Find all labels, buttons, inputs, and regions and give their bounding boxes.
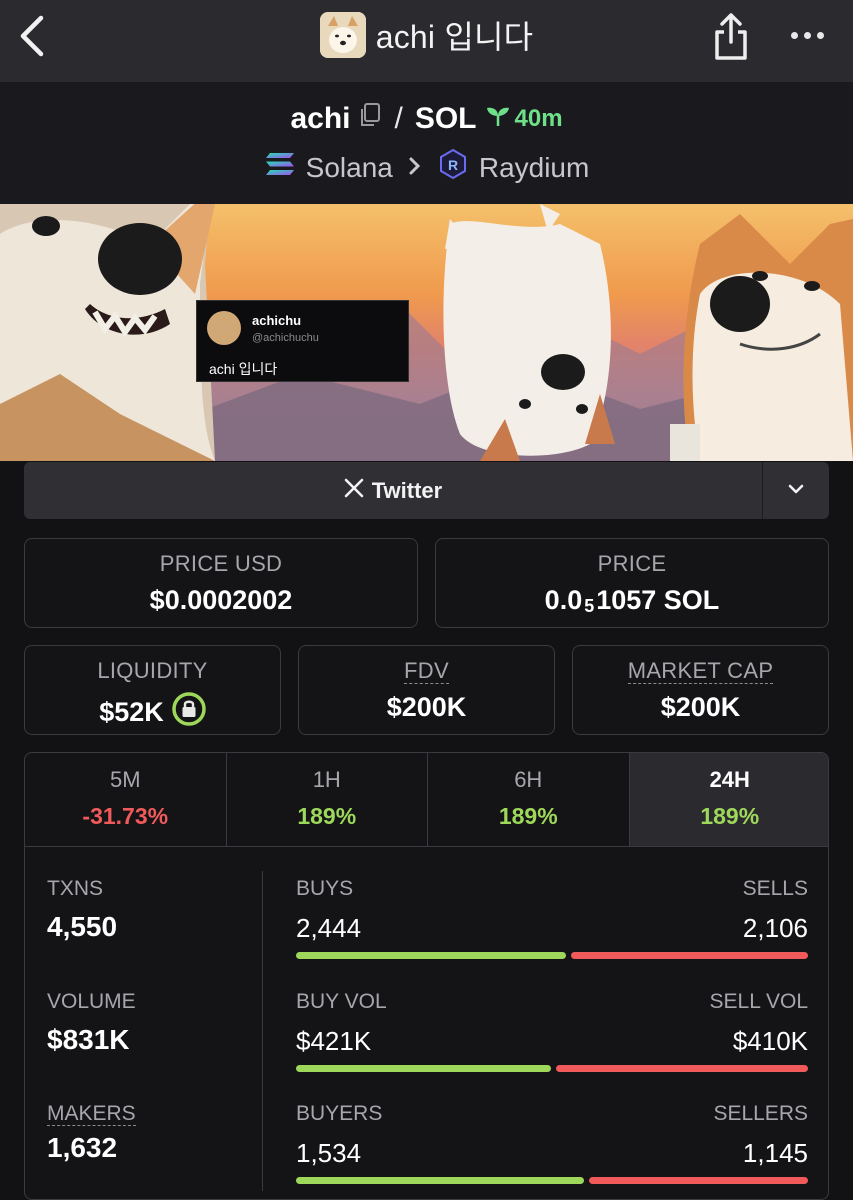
buy-vol-bar [296, 1065, 551, 1072]
price-usd-card: PRICE USD $0.0002002 [24, 538, 418, 628]
quote-symbol: SOL [414, 102, 477, 135]
tab-6h[interactable]: 6H 189% [428, 753, 630, 846]
fdv-card: FDV $200K [298, 645, 555, 735]
price-prefix: 0.0 [544, 585, 583, 615]
buys-label: BUYS [296, 877, 354, 900]
social-dropdown-button[interactable] [763, 462, 829, 519]
pair-line: achi / SOL 40m [0, 102, 853, 136]
sprout-icon [485, 104, 511, 135]
tab-label: 5M [109, 767, 141, 792]
txns-value: 4,550 [47, 911, 118, 942]
tab-label: 1H [312, 767, 341, 792]
pair-age: 40m [485, 104, 563, 135]
banner-image [0, 204, 853, 461]
tweet-avatar [207, 311, 241, 345]
chevron-down-icon [787, 482, 805, 500]
fdv-value: $200K [386, 692, 467, 722]
tab-5m[interactable]: 5M -31.73% [25, 753, 227, 846]
market-cap-value: $200K [660, 692, 741, 722]
token-avatar [319, 12, 366, 58]
liquidity-value: $52K [99, 697, 164, 727]
liquidity-value-group: $52K [25, 692, 280, 733]
page-title: achi 입니다 [375, 19, 534, 55]
makers-value: 1,632 [47, 1132, 118, 1163]
tab-change: -31.73% [82, 803, 169, 829]
market-cap-card: MARKET CAP $200K [572, 645, 829, 735]
makers-stat: MAKERS 1,632 [47, 1102, 257, 1164]
tweet-card: achichu @achichuchu achi 입니다 [196, 300, 409, 382]
top-bar: achi 입니다 [0, 0, 853, 82]
price-native-value: 0.0 5 1057 SOL [436, 585, 828, 616]
tab-1h[interactable]: 1H 189% [227, 753, 428, 846]
buys-value: 2,444 [296, 913, 362, 943]
liquidity-label: LIQUIDITY [97, 658, 208, 683]
tweet-text: achi 입니다 [209, 361, 278, 377]
sell-vol-value: $410K [732, 1026, 808, 1056]
price-zero-count: 5 [584, 596, 595, 616]
buyers-bar [296, 1177, 584, 1184]
raydium-icon: R [437, 148, 469, 187]
volume-value: $831K [47, 1024, 130, 1055]
twitter-button[interactable]: Twitter [24, 462, 762, 519]
volume-stat: VOLUME $831K [47, 990, 257, 1056]
chain-name[interactable]: Solana [306, 152, 393, 184]
copy-icon[interactable] [358, 102, 382, 136]
sellers-bar [589, 1177, 808, 1184]
sells-value: 2,106 [742, 913, 808, 943]
makers-label[interactable]: MAKERS [47, 1102, 136, 1126]
timeframe-tabs: 5M -31.73% 1H 189% 6H 189% 24H 189% [25, 753, 828, 847]
sells-label: SELLS [742, 877, 808, 900]
buy-vol-label: BUY VOL [296, 990, 387, 1013]
tab-label: 24H [709, 767, 750, 792]
token-banner [0, 204, 853, 461]
chevron-right-icon [409, 155, 421, 181]
base-symbol: achi [290, 102, 351, 135]
lock-icon[interactable] [172, 692, 206, 733]
txns-label: TXNS [47, 877, 104, 900]
chain-line: Solana R Raydium [0, 148, 853, 187]
more-options-icon[interactable] [785, 20, 829, 50]
buy-vol-value: $421K [296, 1026, 372, 1056]
buyers-value: 1,534 [296, 1138, 362, 1168]
volume-label: VOLUME [47, 990, 136, 1013]
fdv-label[interactable]: FDV [404, 658, 449, 684]
tab-label: 6H [514, 767, 543, 792]
tab-24h[interactable]: 24H 189% [629, 753, 828, 846]
tab-change: 189% [297, 803, 357, 829]
column-divider [262, 871, 263, 1191]
pair-separator: / [394, 102, 403, 135]
social-bar: Twitter [24, 462, 829, 519]
liquidity-card: LIQUIDITY $52K [24, 645, 281, 735]
age-text: 40m [514, 105, 563, 132]
share-icon[interactable] [710, 12, 752, 62]
sellers-value: 1,145 [742, 1138, 808, 1168]
dex-name[interactable]: Raydium [479, 152, 589, 184]
tab-change: 189% [498, 803, 558, 829]
tweet-name: achichu [252, 313, 302, 328]
sell-vol-label: SELL VOL [709, 990, 808, 1013]
solana-icon [264, 151, 296, 184]
price-native-card: PRICE 0.0 5 1057 SOL [435, 538, 829, 628]
twitter-label: Twitter [371, 477, 443, 503]
tweet-handle: @achichuchu [252, 332, 319, 344]
pair-header: achi / SOL 40m Solana R Raydium [0, 82, 853, 204]
sellers-label: SELLERS [713, 1102, 808, 1125]
price-usd-value: $0.0002002 [149, 585, 293, 615]
svg-text:R: R [448, 157, 458, 173]
price-label: PRICE [597, 551, 667, 576]
buys-bar [296, 952, 566, 959]
sell-vol-bar [556, 1065, 808, 1072]
buyers-label: BUYERS [296, 1102, 383, 1125]
sells-bar [571, 952, 808, 959]
market-cap-label[interactable]: MARKET CAP [627, 658, 774, 684]
txns-stat: TXNS 4,550 [47, 877, 257, 943]
price-usd-label: PRICE USD [159, 551, 283, 576]
price-rest: 1057 SOL [596, 585, 720, 615]
timeframe-stats-panel: 5M -31.73% 1H 189% 6H 189% 24H 189% TXNS… [24, 752, 829, 1200]
x-logo-icon [344, 478, 364, 504]
tab-change: 189% [700, 803, 760, 829]
